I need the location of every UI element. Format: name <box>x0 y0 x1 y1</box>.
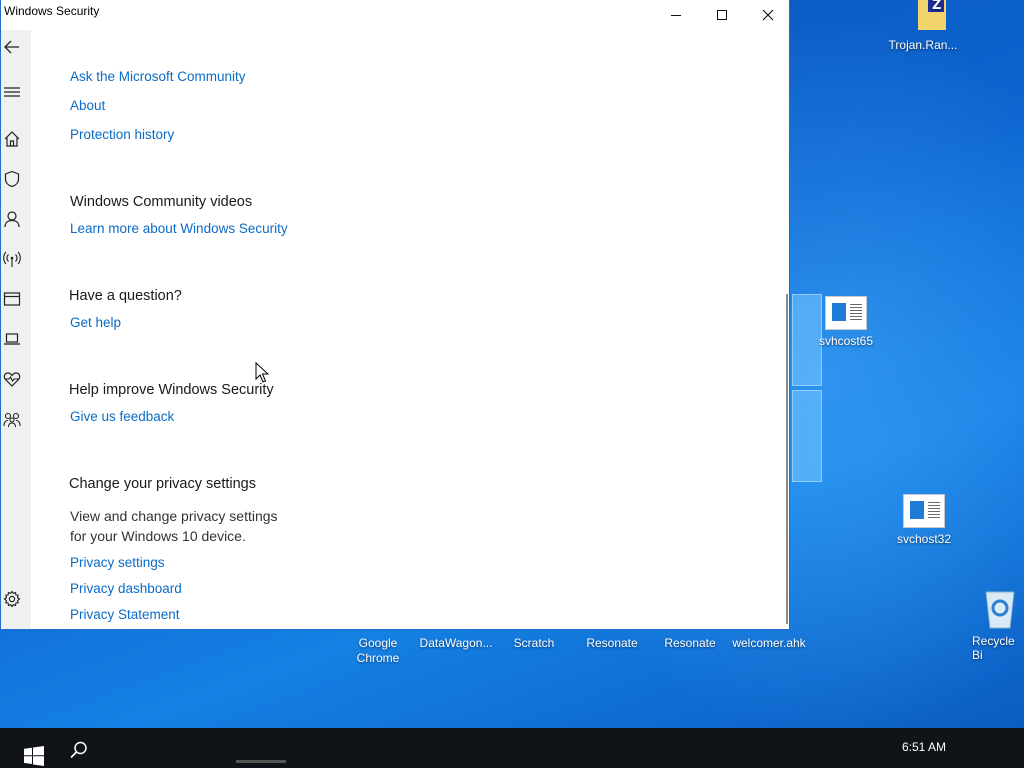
svg-text:Z: Z <box>932 0 941 13</box>
heading-privacy: Change your privacy settings <box>69 476 256 492</box>
link-protection-history[interactable]: Protection history <box>70 127 174 142</box>
taskbar-clock[interactable]: 6:51 AM <box>902 740 946 754</box>
account-icon[interactable] <box>3 210 21 228</box>
link-privacy-settings[interactable]: Privacy settings <box>70 555 165 570</box>
close-icon <box>762 9 774 21</box>
desktop-icon-label: Trojan.Ran... <box>888 38 958 52</box>
windows-security-window: Windows Security Ask the Microsoft Commu… <box>0 0 790 630</box>
desktop-icon-trojan[interactable]: Z Trojan.Ran... <box>883 0 963 52</box>
link-privacy-statement[interactable]: Privacy Statement <box>70 607 180 622</box>
recycle-bin-icon <box>985 591 1015 629</box>
main-content: Ask the Microsoft Community About Protec… <box>31 30 789 629</box>
desktop-icon-label: svhcost65 <box>818 334 874 348</box>
heading-help-improve: Help improve Windows Security <box>69 382 274 398</box>
shield-icon[interactable] <box>3 170 21 188</box>
desktop-icon-label: Recycle Bi <box>972 634 1015 662</box>
icon-label: Resonate <box>664 636 716 650</box>
link-learn-more[interactable]: Learn more about Windows Security <box>70 221 288 236</box>
desktop-icon-scratch[interactable]: Scratch <box>494 636 574 651</box>
heading-community-videos: Windows Community videos <box>70 194 253 210</box>
app-browser-control-icon[interactable] <box>3 290 21 308</box>
icon-label: Chrome <box>356 651 400 665</box>
back-icon[interactable] <box>3 38 21 56</box>
window-title: Windows Security <box>4 4 100 18</box>
desktop-icon-resonate-1[interactable]: Resonate <box>572 636 652 651</box>
home-icon[interactable] <box>3 130 21 148</box>
firewall-network-icon[interactable] <box>3 250 21 268</box>
archive-file-icon: Z <box>918 0 946 30</box>
windows-start-icon <box>24 746 44 766</box>
document-icon <box>903 494 945 528</box>
icon-label: Resonate <box>586 636 638 650</box>
desktop-icon-svhcost65[interactable]: svhcost65 <box>806 296 886 348</box>
link-ask-community[interactable]: Ask the Microsoft Community <box>70 69 246 84</box>
navigation-sidebar <box>1 30 31 629</box>
desktop-bottom-icons: Google Chrome DataWagon... Scratch Reson… <box>0 636 820 676</box>
desktop-icon-welcomer[interactable]: welcomer.ahk <box>726 636 812 651</box>
maximize-icon <box>717 10 727 20</box>
desktop-icon-google-chrome[interactable]: Google Chrome <box>338 636 418 666</box>
vertical-scrollbar[interactable] <box>786 294 788 624</box>
privacy-description-line: View and change privacy settings <box>70 508 278 524</box>
link-give-feedback[interactable]: Give us feedback <box>70 409 174 424</box>
icon-label: DataWagon... <box>419 636 493 650</box>
device-health-icon[interactable] <box>3 370 21 388</box>
mouse-cursor-icon <box>255 362 269 383</box>
icon-label: welcomer.ahk <box>732 636 806 650</box>
desktop-icon-svchost32[interactable]: svchost32 <box>884 494 964 546</box>
title-bar[interactable]: Windows Security <box>1 0 789 30</box>
icon-label: Google <box>358 636 398 650</box>
close-button[interactable] <box>745 0 791 30</box>
desktop-icon-label: svchost32 <box>896 532 952 546</box>
document-icon <box>825 296 867 330</box>
start-button[interactable] <box>12 736 54 768</box>
maximize-button[interactable] <box>699 0 745 30</box>
menu-icon[interactable] <box>3 83 21 101</box>
privacy-description: View and change privacy settings for you… <box>70 506 278 546</box>
taskbar: 6:51 AM <box>0 728 1024 768</box>
desktop-icon-resonate-2[interactable]: Resonate <box>650 636 730 651</box>
family-options-icon[interactable] <box>3 410 21 428</box>
minimize-icon <box>671 15 681 16</box>
heading-have-question: Have a question? <box>69 288 182 304</box>
search-icon <box>70 741 87 759</box>
desktop-icon-datawagon[interactable]: DataWagon... <box>414 636 498 651</box>
device-security-icon[interactable] <box>3 330 21 348</box>
taskbar-active-indicator <box>236 760 286 763</box>
icon-label: Scratch <box>513 636 555 650</box>
privacy-description-line: for your Windows 10 device. <box>70 528 246 544</box>
link-privacy-dashboard[interactable]: Privacy dashboard <box>70 581 182 596</box>
settings-gear-icon[interactable] <box>3 590 21 608</box>
minimize-button[interactable] <box>653 0 699 30</box>
search-button[interactable] <box>62 736 94 768</box>
link-get-help[interactable]: Get help <box>70 315 121 330</box>
desktop-icon-recycle-bin[interactable]: Recycle Bi <box>964 586 1024 662</box>
link-about[interactable]: About <box>70 98 105 113</box>
